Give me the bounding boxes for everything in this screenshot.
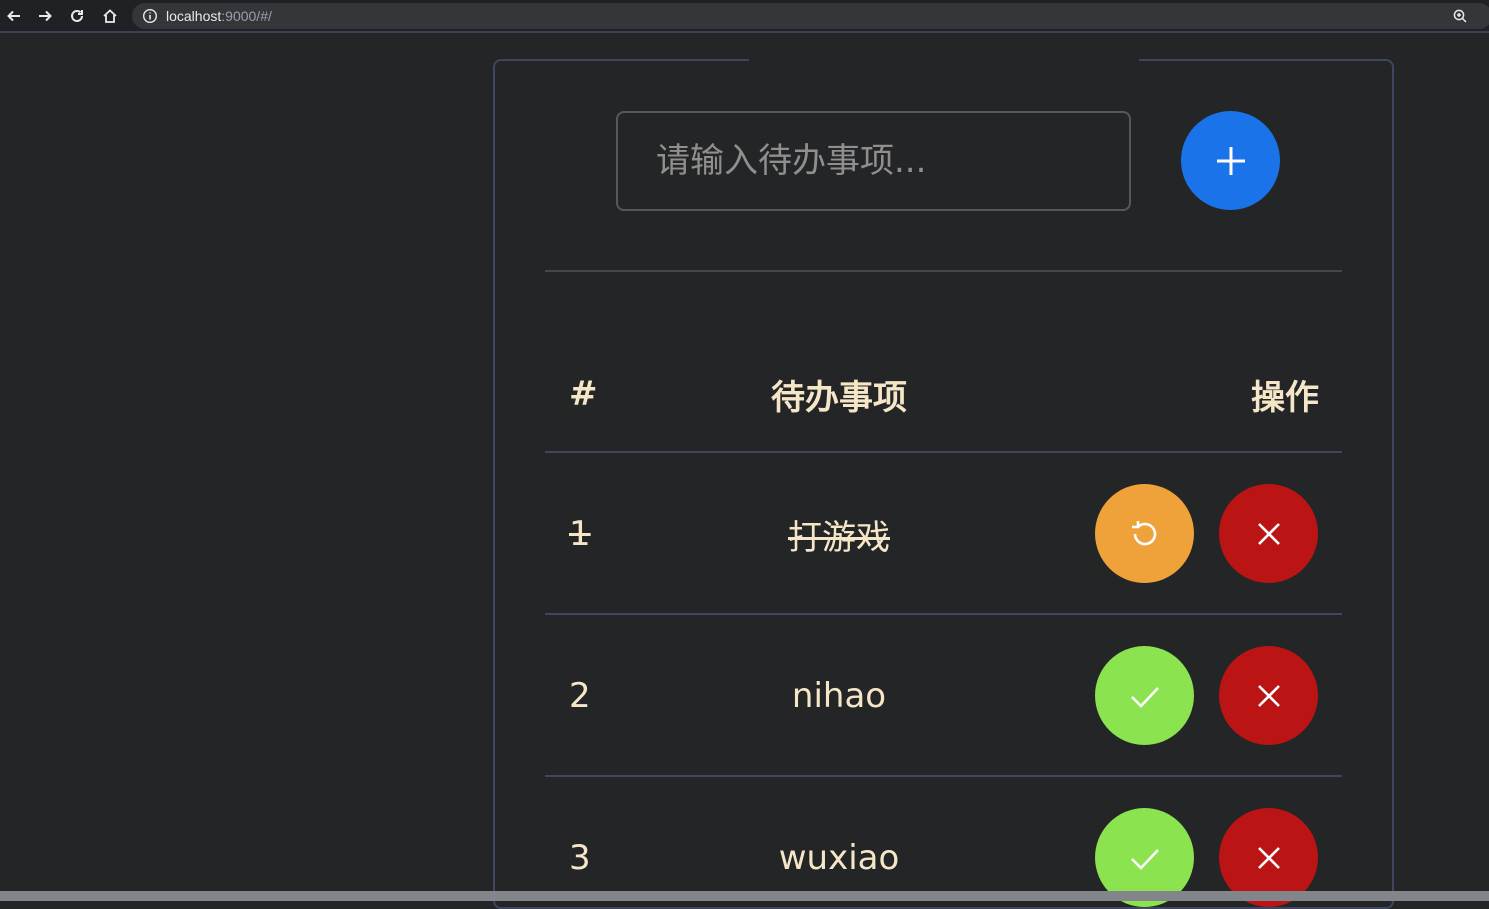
url-host: localhost — [166, 8, 222, 24]
info-icon[interactable] — [142, 8, 158, 24]
address-bar[interactable]: localhost:9000/#/ — [132, 3, 1489, 29]
row-2-delete-button[interactable] — [1219, 646, 1318, 745]
row-1-delete-button[interactable] — [1219, 484, 1318, 583]
arrow-left-icon — [7, 10, 20, 22]
check-icon — [1130, 686, 1159, 708]
row-2-number: 2 — [569, 676, 591, 716]
url-path: :9000/#/ — [221, 8, 272, 24]
undo-icon — [1131, 520, 1156, 545]
url-text: localhost:9000/#/ — [166, 7, 272, 25]
row-2-complete-button[interactable] — [1095, 646, 1194, 745]
row-3-number: 3 — [569, 838, 591, 878]
card-border-gap — [749, 58, 1139, 63]
horizontal-scrollbar[interactable] — [0, 891, 1489, 901]
row-2-task: nihao — [791, 676, 887, 716]
reload-button[interactable] — [65, 4, 89, 28]
row-3-task: wuxiao — [778, 838, 900, 878]
todo-input[interactable] — [616, 111, 1131, 211]
row-divider — [545, 613, 1342, 615]
divider — [545, 270, 1342, 272]
check-icon — [1130, 848, 1159, 870]
row-1-task: 打游戏 — [788, 517, 890, 558]
zoom-icon[interactable] — [1452, 8, 1468, 24]
home-icon — [103, 9, 117, 23]
table-header-divider — [545, 451, 1342, 453]
arrow-right-icon — [39, 10, 52, 22]
back-button[interactable] — [2, 4, 26, 28]
todo-card: # 待办事项 操作 1 打游戏 2 nihao 3 wuxiao — [493, 58, 1394, 909]
row-divider — [545, 775, 1342, 777]
column-header-actions: 操作 — [1251, 377, 1319, 418]
close-icon — [1257, 522, 1280, 545]
row-1-undo-button[interactable] — [1095, 484, 1194, 583]
add-todo-button[interactable] — [1181, 111, 1280, 210]
column-header-task: 待办事项 — [771, 377, 907, 418]
home-button[interactable] — [98, 4, 122, 28]
close-icon — [1257, 846, 1280, 869]
column-header-number: # — [569, 374, 598, 414]
forward-button[interactable] — [33, 4, 57, 28]
row-1-number: 1 — [569, 514, 591, 554]
reload-icon — [71, 9, 83, 22]
close-icon — [1257, 684, 1280, 707]
browser-toolbar: localhost:9000/#/ — [0, 0, 1489, 33]
plus-icon — [1216, 146, 1245, 175]
